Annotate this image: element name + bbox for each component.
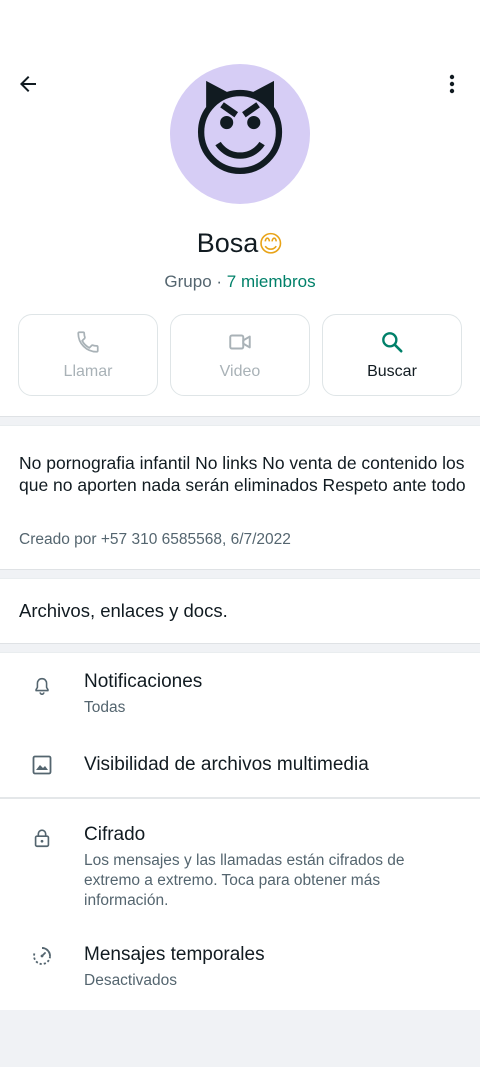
section-divider xyxy=(0,569,480,579)
media-visibility-title: Visibilidad de archivos multimedia xyxy=(84,754,369,775)
disappearing-messages-row[interactable]: Mensajes temporales Desactivados xyxy=(0,930,480,1000)
group-title: Bosa😊 xyxy=(0,228,480,259)
call-label: Llamar xyxy=(63,363,113,380)
encryption-title: Cifrado xyxy=(84,824,146,845)
back-button[interactable] xyxy=(10,66,46,102)
section-divider xyxy=(0,643,480,653)
media-links-docs-label: Archivos, enlaces y docs. xyxy=(19,600,228,621)
group-name-text: Bosa xyxy=(196,228,259,258)
image-icon xyxy=(32,755,52,775)
smile-emoji: 😊 xyxy=(258,230,284,258)
phone-icon xyxy=(77,331,99,353)
media-links-docs-row[interactable]: Archivos, enlaces y docs. xyxy=(0,580,480,642)
action-buttons: Llamar Video Buscar xyxy=(18,314,462,398)
video-button[interactable]: Video xyxy=(170,314,310,396)
members-link[interactable]: 7 miembros xyxy=(227,272,316,291)
lock-icon xyxy=(34,829,50,848)
subtitle-separator: · xyxy=(211,272,227,291)
encryption-row[interactable]: Cifrado Los mensajes y las llamadas está… xyxy=(0,810,480,920)
group-avatar[interactable]: 😈 xyxy=(170,64,310,204)
section-divider xyxy=(0,416,480,426)
videocam-icon xyxy=(229,334,251,350)
section-divider xyxy=(0,797,480,799)
notifications-value: Todas xyxy=(84,699,126,716)
more-options-button[interactable] xyxy=(434,66,470,102)
group-description[interactable]: No pornografia infantil No links No vent… xyxy=(19,452,469,496)
notifications-title: Notificaciones xyxy=(84,671,203,692)
timer-icon xyxy=(33,947,51,965)
disappearing-messages-value: Desactivados xyxy=(84,972,178,989)
arrow-left-icon xyxy=(20,76,36,92)
encryption-description: Los mensajes y las llamadas están cifrad… xyxy=(84,852,405,909)
devil-emoji-avatar: 😈 xyxy=(189,78,291,190)
created-by-text: Creado por +57 310 6585568, 6/7/2022 xyxy=(19,531,291,548)
notifications-row[interactable]: Notificaciones Todas xyxy=(0,656,480,728)
more-vert-icon xyxy=(449,74,455,94)
media-visibility-row[interactable]: Visibilidad de archivos multimedia xyxy=(0,740,480,792)
search-icon xyxy=(382,332,403,353)
group-type-label: Grupo xyxy=(164,272,212,291)
call-button[interactable]: Llamar xyxy=(18,314,158,396)
search-label: Buscar xyxy=(367,363,417,380)
bottom-band xyxy=(0,1010,480,1067)
disappearing-messages-title: Mensajes temporales xyxy=(84,944,265,965)
search-button[interactable]: Buscar xyxy=(322,314,462,396)
video-label: Video xyxy=(219,363,261,380)
bell-icon xyxy=(35,677,49,696)
group-subtitle: Grupo · 7 miembros xyxy=(0,272,480,292)
